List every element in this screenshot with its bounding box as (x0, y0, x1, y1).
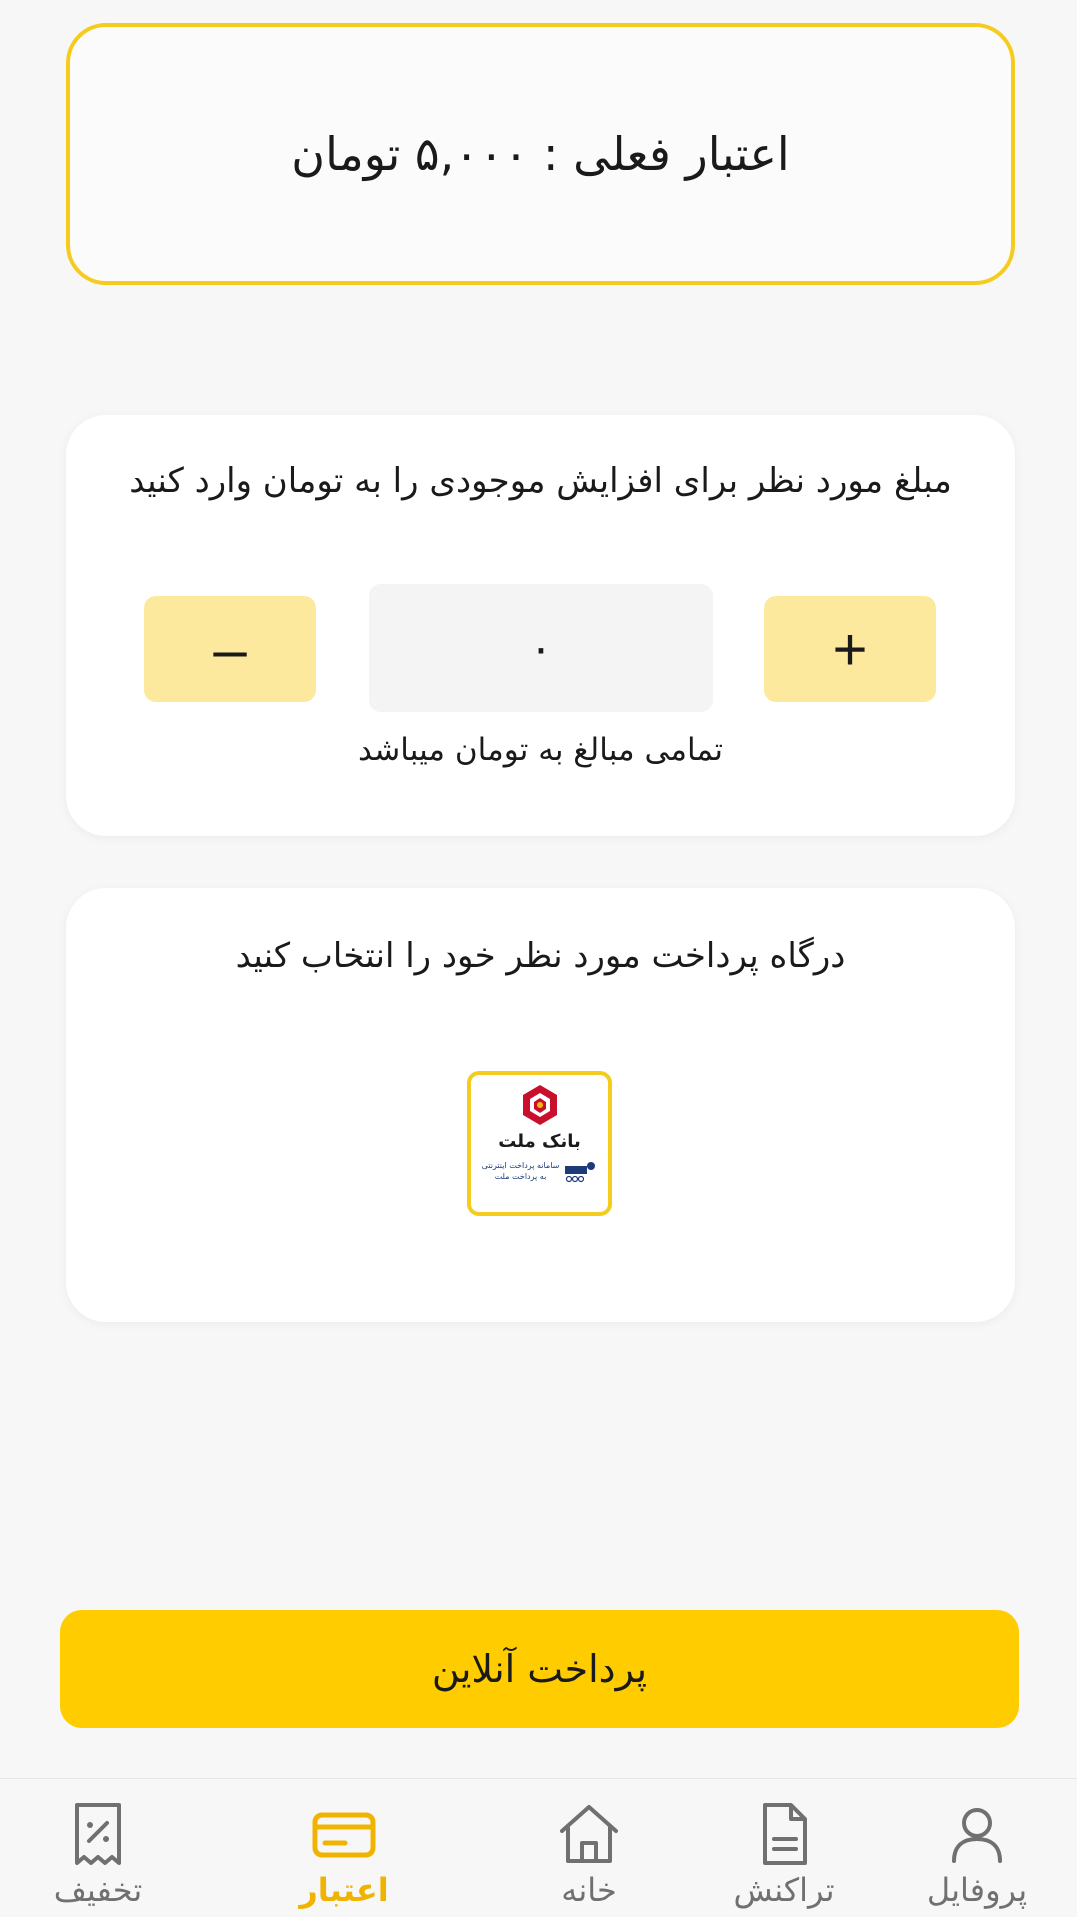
nav-label-credit: اعتبار (299, 1871, 389, 1909)
online-payment-button[interactable]: پرداخت آنلاین (60, 1610, 1019, 1728)
balance-card: اعتبار فعلی : ۵,۰۰۰ تومان (66, 23, 1015, 285)
nav-label-discount: تخفیف (53, 1871, 143, 1909)
bank-subtitle-line2: به پرداخت ملت (494, 1172, 547, 1181)
amount-input[interactable] (369, 584, 713, 712)
nav-label-profile: پروفایل (926, 1871, 1028, 1909)
payment-terminal-icon (565, 1162, 596, 1183)
gateway-card: درگاه پرداخت مورد نظر خود را انتخاب کنید… (66, 888, 1015, 1322)
nav-item-transactions[interactable]: تراکنش (704, 1801, 864, 1911)
gateway-title: درگاه پرداخت مورد نظر خود را انتخاب کنید (235, 936, 846, 976)
bank-subtitle-line1: سامانه پرداخت اینترنتی (481, 1161, 560, 1170)
credit-card-icon (312, 1812, 376, 1858)
bottom-navigation: پروفایل تراکنش خانه اعتبار تخفیف (0, 1778, 1077, 1917)
current-balance-text: اعتبار فعلی : ۵,۰۰۰ تومان (291, 127, 790, 181)
user-icon (952, 1808, 1002, 1863)
bank-subtitle: سامانه پرداخت اینترنتی به پرداخت ملت (482, 1158, 598, 1184)
bank-mellat-gateway[interactable]: بانک ملت سامانه پرداخت اینترنتی به پرداخ… (467, 1071, 612, 1216)
bank-subtitle-text: سامانه پرداخت اینترنتی به پرداخت ملت (482, 1160, 560, 1182)
nav-item-credit[interactable]: اعتبار (264, 1801, 424, 1911)
home-icon (560, 1805, 618, 1863)
increase-button[interactable]: + (764, 596, 936, 702)
credit-page: اعتبار فعلی : ۵,۰۰۰ تومان مبلغ مورد نظر … (0, 0, 1077, 1917)
document-icon (763, 1803, 807, 1865)
nav-label-home: خانه (561, 1871, 617, 1909)
decrease-button[interactable]: – (144, 596, 316, 702)
plus-icon: + (832, 615, 868, 683)
bank-name: بانک ملت (498, 1131, 581, 1152)
nav-item-profile[interactable]: پروفایل (897, 1801, 1057, 1911)
nav-item-home[interactable]: خانه (509, 1801, 669, 1911)
amount-title: مبلغ مورد نظر برای افزایش موجودی را به ت… (129, 461, 952, 501)
discount-receipt-icon (75, 1803, 121, 1865)
currency-hint: تمامی مبالغ به تومان میباشد (358, 732, 723, 768)
nav-item-discount[interactable]: تخفیف (18, 1801, 178, 1911)
nav-label-transactions: تراکنش (733, 1871, 835, 1909)
amount-card: مبلغ مورد نظر برای افزایش موجودی را به ت… (66, 415, 1015, 836)
bank-mellat-logo-icon (522, 1085, 557, 1125)
minus-icon: – (213, 615, 247, 683)
